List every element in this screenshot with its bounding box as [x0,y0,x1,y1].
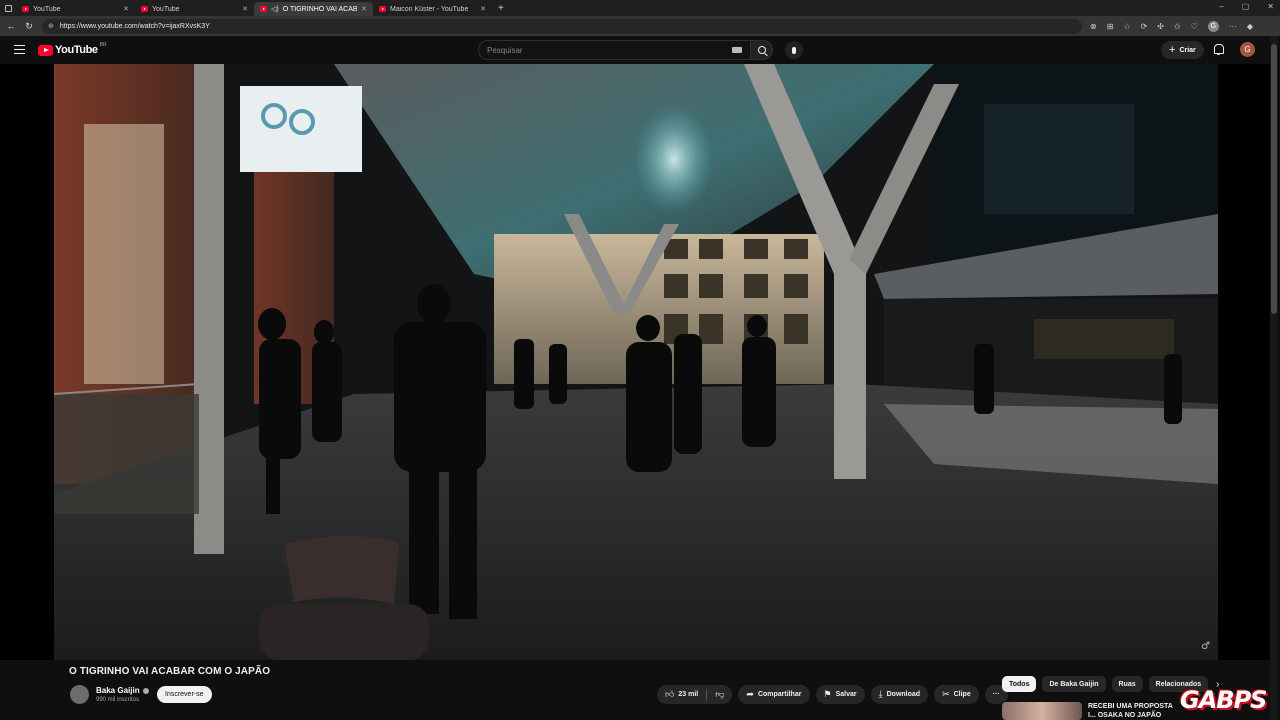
search-placeholder: Pesquisar [487,45,523,55]
more-menu-icon[interactable]: ··· [1229,22,1237,31]
star-icon[interactable]: ☆ [1123,22,1130,31]
channel-name-text: Baka Gaijin [96,686,140,695]
thumbs-up-icon[interactable]: 👍︎ [665,689,674,700]
video-info: O TIGRINHO VAI ACABAR COM O JAPÃO Baka G… [0,660,1270,720]
close-tab-icon[interactable]: ✕ [480,5,486,13]
logo-text: YouTube [55,44,98,56]
url-field[interactable]: ⊕ https://www.youtube.com/watch?v=ijaxRX… [42,18,1082,34]
microphone-icon [792,46,796,54]
youtube-favicon-icon [379,6,386,12]
tab-title: YouTube [33,5,61,13]
share-label: Compartilhar [757,691,802,698]
chip-ruas[interactable]: Ruas [1111,676,1143,692]
reload-icon[interactable]: ↻ [24,21,34,32]
shield-icon[interactable]: ♡ [1191,22,1198,31]
hamburger-menu-icon[interactable] [14,45,25,54]
overlay-logo: GABPS [1180,686,1267,714]
notifications-bell-icon[interactable] [1213,44,1224,55]
tab-actions-icon[interactable] [0,0,16,16]
chip-channel[interactable]: De Baka Gaijin [1042,676,1106,692]
browser-tab[interactable]: YouTube ✕ [135,2,254,16]
channel-name[interactable]: Baka Gaijin [96,686,149,695]
subscriber-count: 990 mil inscritos [96,697,140,703]
share-icon: ➦ [746,689,754,699]
apps-icon[interactable]: ⊞ [1107,22,1114,31]
site-info-icon[interactable]: ⊕ [48,22,54,30]
refresh-ext-icon[interactable]: ⟳ [1141,22,1148,31]
download-icon: ⤓ [878,689,883,699]
scrollbar-thumb[interactable] [1271,44,1277,314]
youtube-favicon-icon [141,6,148,12]
voice-search-button[interactable] [785,41,803,59]
like-count[interactable]: 23 mil [678,691,698,698]
recommended-video[interactable]: RECEBI UMA PROPOSTA I... OSAKA NO JAPÃO [1002,702,1178,720]
verified-check-icon [142,687,149,694]
recommended-thumbnail[interactable] [1002,702,1082,720]
browser-tab-active[interactable]: ◁) O TIGRINHO VAI ACABAR C... ✕ [254,2,373,16]
search-icon [757,46,766,54]
create-label: Criar [1179,46,1196,54]
speaker-icon[interactable]: ◁) [271,5,279,13]
favorites-icon[interactable]: ✩ [1174,22,1181,31]
subscribe-button[interactable]: Inscrever-se [157,686,212,703]
back-icon[interactable]: ← [6,21,16,31]
translate-icon[interactable]: ⊗ [1090,22,1097,31]
tab-title: YouTube [152,5,180,13]
video-title: O TIGRINHO VAI ACABAR COM O JAPÃO [69,666,271,677]
recommended-title[interactable]: RECEBI UMA PROPOSTA I... OSAKA NO JAPÃO [1088,702,1178,720]
bookmark-icon: ⚑ [823,689,832,699]
youtube-header: YouTube BR Pesquisar + Criar G [0,36,1280,64]
tab-title: Maicon Küster - YouTube [390,5,469,13]
youtube-logo[interactable]: YouTube BR [38,42,107,56]
country-code: BR [99,42,107,48]
profile-icon[interactable]: G [1207,20,1219,32]
search-input[interactable]: Pesquisar [478,40,751,60]
extensions-area: ⊗ ⊞ ☆ ⟳ ✣ ✩ ♡ G ··· ◆ [1090,20,1253,32]
download-button[interactable]: ⤓ Download [870,685,929,704]
address-bar: ← ↻ ⊕ https://www.youtube.com/watch?v=ij… [0,16,1280,36]
share-button[interactable]: ➦ Compartilhar [738,685,810,704]
video-frame[interactable]: ♂ [54,64,1218,660]
tab-title: O TIGRINHO VAI ACABAR C... [282,5,358,13]
chip-todos[interactable]: Todos [1002,676,1037,692]
download-label: Download [886,691,921,698]
thumbs-down-icon[interactable]: 👎︎ [715,689,724,700]
extension-icon[interactable]: ✣ [1157,22,1164,31]
plus-icon: + [1169,43,1176,56]
close-tab-icon[interactable]: ✕ [123,5,129,13]
page-scrollbar[interactable] [1270,36,1278,720]
account-avatar[interactable]: G [1240,42,1255,57]
create-button[interactable]: + Criar [1161,41,1204,59]
like-dislike-group: 👍︎ 23 mil 👎︎ [657,685,733,704]
channel-avatar[interactable] [70,685,89,704]
new-tab-icon[interactable]: + [498,3,504,14]
browser-tab[interactable]: Maicon Küster - YouTube ✕ [373,2,492,16]
url-text: https://www.youtube.com/watch?v=ijaxRXvs… [59,22,210,30]
video-watermark-icon: ♂ [1201,641,1210,652]
keyboard-icon[interactable] [732,47,742,53]
browser-tab[interactable]: YouTube ✕ [16,2,135,16]
copilot-icon[interactable]: ◆ [1247,22,1253,31]
minimize-icon[interactable]: – [1219,2,1223,11]
save-button[interactable]: ⚑ Salvar [815,685,865,704]
youtube-play-icon [38,44,53,56]
close-tab-icon[interactable]: ✕ [361,5,367,13]
clip-label: Clipe [953,691,971,698]
search-button[interactable] [751,40,773,60]
youtube-favicon-icon [260,6,267,12]
video-actions: 👍︎ 23 mil 👎︎ ➦ Compartilhar ⚑ Salvar ⤓ D… [657,685,1008,704]
video-scene [54,64,1218,660]
scissors-icon: ✂ [942,689,950,699]
close-window-icon[interactable]: ✕ [1267,2,1274,11]
close-tab-icon[interactable]: ✕ [242,5,248,13]
video-player[interactable]: ♂ [0,64,1270,660]
clip-button[interactable]: ✂ Clipe [934,685,979,704]
save-label: Salvar [835,691,857,698]
divider [706,689,708,700]
browser-tab-strip: YouTube ✕ YouTube ✕ ◁) O TIGRINHO VAI AC… [0,0,1280,16]
maximize-icon[interactable]: ▢ [1242,2,1250,11]
window-controls: – ▢ ✕ [1219,2,1274,11]
youtube-favicon-icon [22,6,29,12]
